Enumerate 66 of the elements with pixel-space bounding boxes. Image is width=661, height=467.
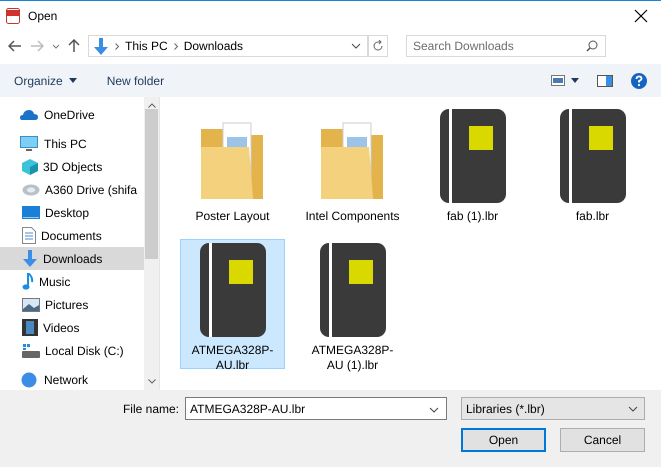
drive-icon — [22, 182, 40, 196]
sidebar-item[interactable]: Network — [0, 368, 144, 390]
library-file-icon — [440, 109, 506, 203]
sidebar-item[interactable]: Downloads — [0, 247, 144, 270]
cube-icon — [22, 158, 38, 174]
file-name-field[interactable]: ATMEGA328P-AU.lbr — [185, 397, 447, 420]
app-icon — [6, 8, 20, 24]
sidebar-item[interactable]: OneDrive — [0, 103, 144, 126]
file-item[interactable]: fab (1).lbr — [420, 105, 525, 235]
download-arrow-icon — [93, 38, 109, 54]
file-item[interactable]: ATMEGA328P-AU.lbr — [180, 239, 285, 369]
caret-icon — [68, 78, 77, 83]
sidebar-item[interactable]: This PC — [0, 132, 144, 155]
monitor-icon — [20, 136, 38, 152]
up-button[interactable] — [68, 39, 80, 53]
sidebar-item[interactable]: A360 Drive (shifa — [0, 178, 144, 201]
refresh-button[interactable] — [368, 35, 388, 57]
chevron-right-icon — [115, 42, 119, 50]
library-file-icon — [200, 243, 266, 337]
sidebar-item[interactable]: Pictures — [0, 293, 144, 316]
help-button[interactable] — [631, 72, 647, 88]
sidebar-item[interactable]: Videos — [0, 316, 144, 339]
document-icon — [22, 227, 36, 244]
file-item[interactable]: Poster Layout — [180, 105, 285, 235]
organize-menu[interactable]: Organize — [14, 74, 77, 88]
view-options-button[interactable] — [551, 75, 579, 86]
breadcrumb[interactable]: This PC — [125, 39, 168, 53]
file-name-label: File name: — [122, 402, 179, 416]
globe-icon — [20, 372, 38, 388]
sidebar-item[interactable]: Desktop — [0, 201, 144, 224]
search-field[interactable]: Search Downloads — [406, 35, 606, 57]
file-item[interactable]: ATMEGA328P-AU (1).lbr — [300, 239, 405, 369]
download-arrow-icon — [22, 250, 38, 267]
back-button[interactable] — [8, 40, 22, 52]
file-item[interactable]: fab.lbr — [540, 105, 645, 235]
film-icon — [22, 319, 38, 336]
breadcrumb[interactable]: Downloads — [184, 39, 244, 53]
open-button[interactable]: Open — [461, 428, 546, 452]
new-folder-button[interactable]: New folder — [106, 74, 164, 88]
scrollbar[interactable] — [144, 97, 159, 390]
chevron-down-icon — [628, 406, 638, 412]
address-bar[interactable]: This PC Downloads — [88, 35, 368, 57]
file-type-dropdown[interactable]: Libraries (*.lbr) — [461, 397, 645, 420]
library-file-icon — [560, 109, 626, 203]
sidebar-item[interactable]: Documents — [0, 224, 144, 247]
cancel-button[interactable]: Cancel — [560, 428, 645, 452]
sidebar-item[interactable]: Music — [0, 270, 144, 293]
recent-locations-button[interactable] — [52, 44, 60, 48]
preview-pane-button[interactable] — [597, 74, 613, 86]
refresh-icon — [372, 40, 384, 52]
chevron-up-icon — [148, 103, 156, 108]
close-icon — [634, 9, 648, 23]
chevron-down-icon — [148, 379, 156, 384]
library-file-icon — [320, 243, 386, 337]
sidebar-item[interactable]: Local Disk (C:) — [0, 339, 144, 362]
window-title: Open — [28, 9, 58, 23]
file-item[interactable]: Intel Components — [300, 105, 405, 235]
chevron-right-icon — [174, 42, 178, 50]
caret-icon — [571, 78, 579, 83]
disk-drive-icon — [22, 344, 40, 358]
chevron-down-icon — [351, 43, 361, 49]
desktop-icon — [22, 206, 40, 219]
sidebar-item[interactable]: 3D Objects — [0, 155, 144, 178]
picture-icon — [22, 298, 40, 312]
cloud-icon — [20, 108, 38, 120]
music-note-icon — [22, 273, 34, 290]
